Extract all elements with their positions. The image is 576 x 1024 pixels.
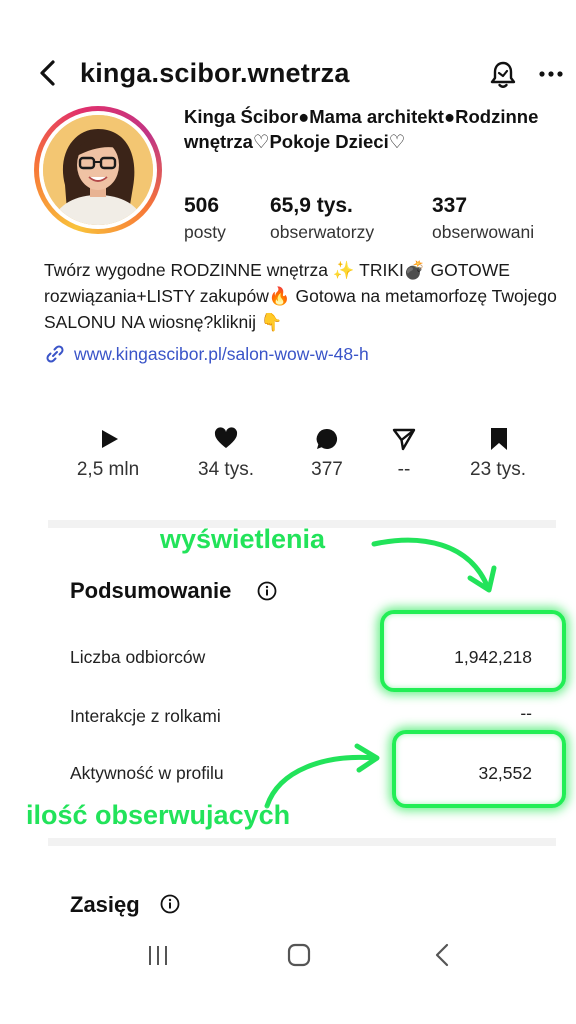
back-icon [435,943,449,967]
summary-row-label: Liczba odbiorców [70,647,206,667]
annotation-followers: ilość obserwujacych [26,800,291,830]
notifications-button[interactable] [488,59,518,91]
more-horizontal-icon [539,71,563,77]
nav-back-button[interactable] [428,940,458,970]
link-icon [46,345,64,363]
more-options-button[interactable] [538,62,564,86]
chevron-left-icon [40,60,55,86]
avatar[interactable] [34,106,162,234]
summary-row-label: Aktywność w profilu [70,763,224,783]
annotation-views: wyświetlenia [160,524,326,554]
following-count[interactable]: 337 [432,194,467,218]
summary-title: Podsumowanie [70,578,232,603]
home-icon [287,943,311,967]
followers-count[interactable]: 65,9 tys. [270,194,353,218]
info-icon[interactable] [257,581,277,601]
heart-icon [213,427,239,451]
profile-username: kinga.scibor.wnetrza [80,58,350,88]
posts-label: posty [184,222,226,242]
nav-recents-button[interactable] [143,940,173,970]
section-divider [48,838,556,846]
recents-icon [149,946,167,965]
info-icon[interactable] [160,894,180,914]
back-button[interactable] [34,58,64,88]
reach-title: Zasięg [70,892,140,917]
saves-value: 23 tys. [470,459,526,480]
send-icon [391,427,417,451]
profile-link-text[interactable]: www.kingascibor.pl/salon-wow-w-48-h [74,344,369,365]
bell-icon [490,61,516,88]
summary-row-value: -- [520,703,532,723]
play-icon [96,427,122,451]
summary-row-value: 32,552 [478,763,532,783]
followers-label: obserwatorzy [270,222,375,242]
annotation-arrow-top [371,537,497,593]
comment-icon [314,427,340,451]
profile-bio: Twórz wygodne RODZINNE wnętrza ✨ TRIKI💣 … [44,260,557,332]
summary-row-value: 1,942,218 [454,647,532,667]
profile-link[interactable]: www.kingascibor.pl/salon-wow-w-48-h [44,341,369,367]
profile-display-name: Kinga Ścibor●Mama architekt●Rodzinne wnę… [184,106,539,152]
bookmark-icon [486,427,512,451]
summary-row-label: Interakcje z rolkami [70,706,221,726]
avatar-photo [43,115,153,225]
plays-value: 2,5 mln [76,459,140,480]
posts-count[interactable]: 506 [184,194,219,218]
likes-value: 34 tys. [198,459,254,480]
following-label: obserwowani [432,222,535,242]
nav-home-button[interactable] [284,940,314,970]
